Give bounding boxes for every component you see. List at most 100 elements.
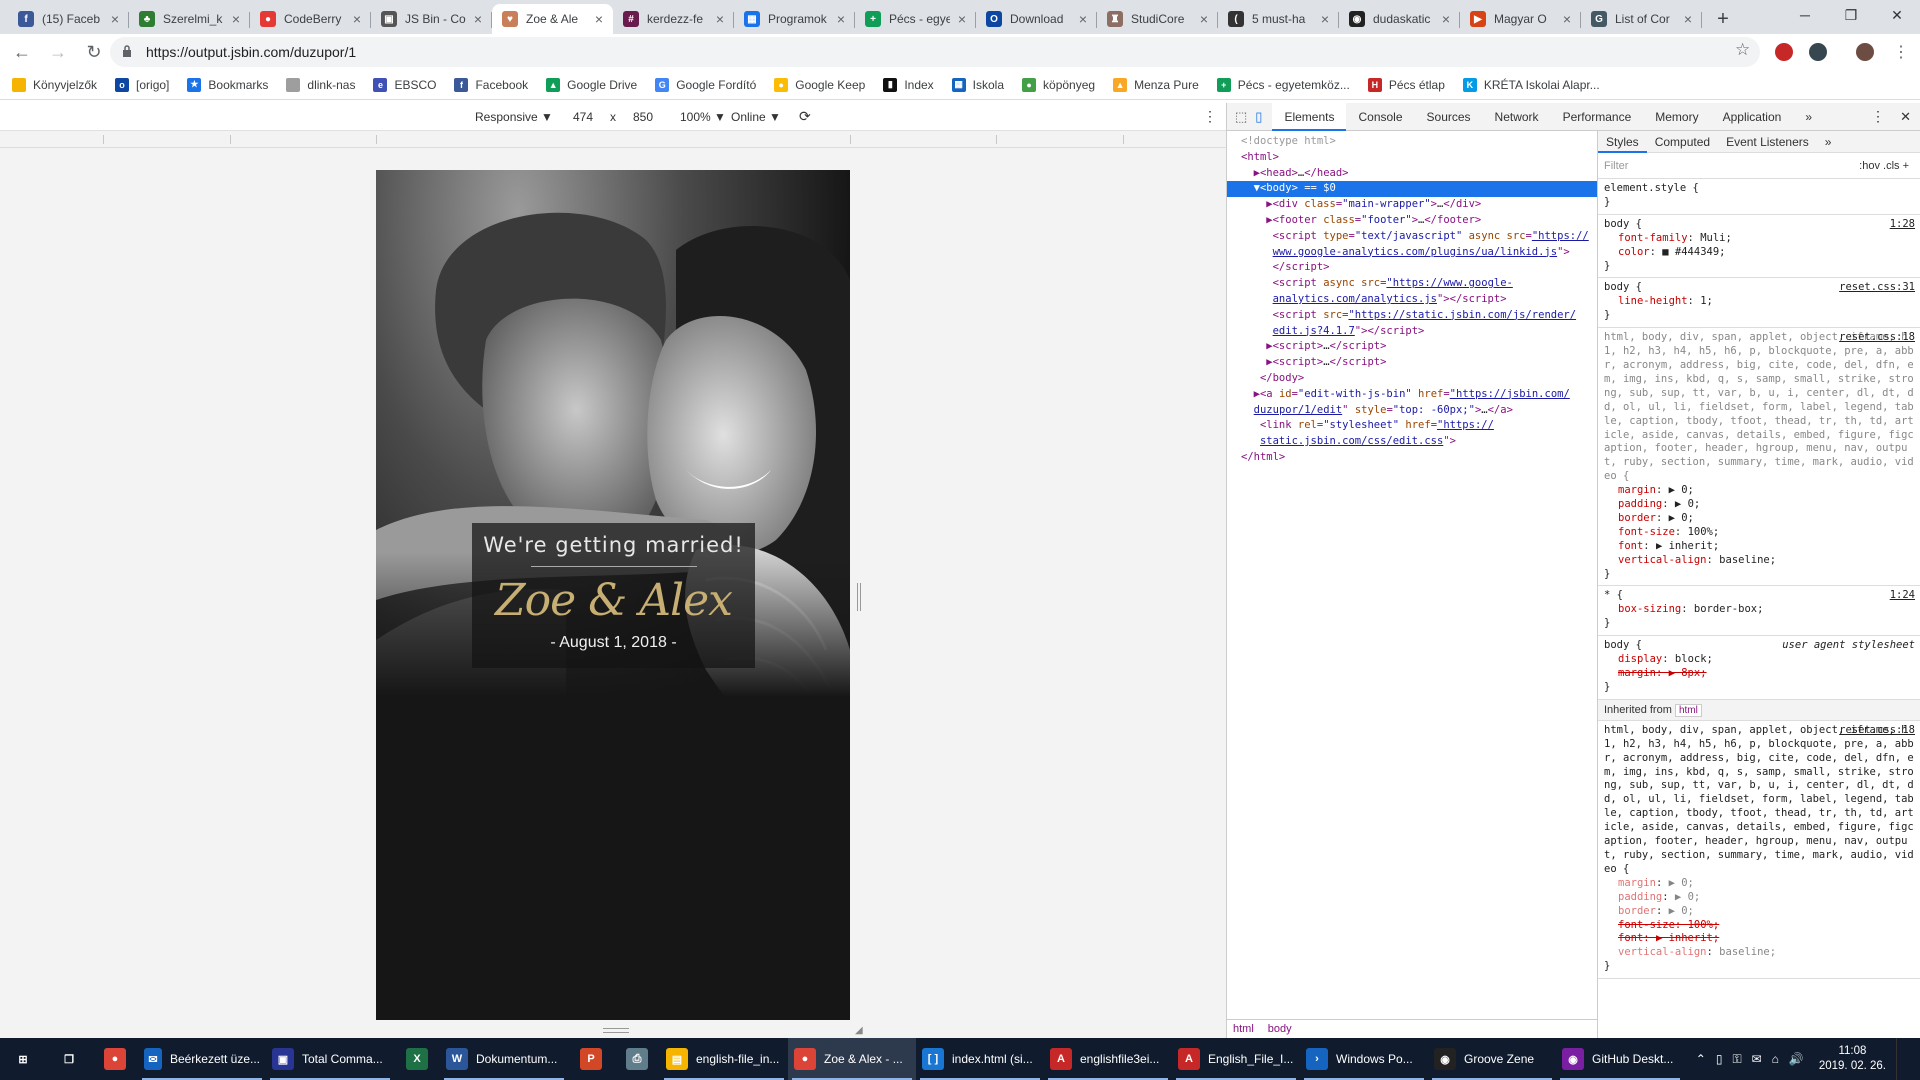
clock[interactable]: 11:08 2019. 02. 26. <box>1809 1044 1896 1074</box>
resize-handle-bottom[interactable] <box>603 1028 629 1033</box>
close-tab-icon[interactable]: × <box>349 11 365 27</box>
bookmark-item[interactable]: ▮ Index <box>883 77 934 92</box>
breadcrumb-item[interactable]: body <box>1268 1023 1292 1035</box>
tray-icon[interactable]: ⚿ <box>1732 1052 1741 1067</box>
taskbar-app[interactable]: ✉ Beérkezett üze... <box>138 1038 266 1080</box>
browser-tab[interactable]: ▶ Magyar O × <box>1460 4 1581 34</box>
devtools-more-icon[interactable]: ⋮ <box>1871 108 1885 125</box>
zoom-select[interactable]: 100% ▼ <box>680 110 726 124</box>
bookmark-item[interactable]: K KRÉTA Iskolai Alapr... <box>1462 77 1600 92</box>
taskbar-app[interactable]: X <box>394 1038 440 1080</box>
extension-icon[interactable] <box>1775 43 1793 61</box>
taskbar-app[interactable]: W Dokumentum... <box>440 1038 568 1080</box>
devtools-tab-performance[interactable]: Performance <box>1551 103 1644 131</box>
device-toggle-icon[interactable]: ▯ <box>1255 109 1262 125</box>
taskbar-app[interactable]: Aenglishfile3ei... <box>1044 1038 1172 1080</box>
close-tab-icon[interactable]: × <box>833 11 849 27</box>
breadcrumb-item[interactable]: html <box>1233 1023 1254 1035</box>
dom-line[interactable]: ▶<div class="main-wrapper">…</div> <box>1227 197 1597 213</box>
dom-tree[interactable]: <!doctype html> <html> ▶<head>…</head> ▼… <box>1227 131 1597 1011</box>
close-tab-icon[interactable]: × <box>591 11 607 27</box>
dom-line[interactable]: <link rel="stylesheet" href="https:// <box>1227 418 1597 434</box>
close-tab-icon[interactable]: × <box>712 11 728 27</box>
style-rule[interactable]: body {user agent stylesheet display: blo… <box>1598 636 1920 700</box>
devtools-tab-sources[interactable]: Sources <box>1415 103 1483 131</box>
dom-line[interactable]: <html> <box>1227 150 1597 166</box>
reload-button[interactable]: ↻ <box>80 38 108 66</box>
back-button[interactable]: ← <box>8 38 36 66</box>
bookmark-item[interactable]: H Pécs étlap <box>1367 77 1445 92</box>
devtools-tab-application[interactable]: Application <box>1711 103 1794 131</box>
devtools-tab-memory[interactable]: Memory <box>1643 103 1710 131</box>
filter-tools[interactable]: :hov .cls + <box>1859 160 1909 172</box>
close-tab-icon[interactable]: × <box>1196 11 1212 27</box>
close-tab-icon[interactable]: × <box>1317 11 1333 27</box>
browser-tab[interactable]: ▣ JS Bin - Co × <box>371 4 492 34</box>
devtools-tab-network[interactable]: Network <box>1483 103 1551 131</box>
taskbar-app[interactable]: ▣ Total Comma... <box>266 1038 394 1080</box>
close-tab-icon[interactable]: × <box>228 11 244 27</box>
browser-tab[interactable]: O Download × <box>976 4 1097 34</box>
browser-tab[interactable]: ♜ StudiCore × <box>1097 4 1218 34</box>
network-throttle-select[interactable]: Online ▼ <box>731 110 781 124</box>
bookmark-star-icon[interactable]: ☆ <box>1735 40 1750 60</box>
resize-handle-right[interactable] <box>857 583 861 611</box>
close-tab-icon[interactable]: × <box>107 11 123 27</box>
styles-subtab[interactable]: Computed <box>1647 135 1718 149</box>
dom-line[interactable]: analytics.com/analytics.js"></script> <box>1227 292 1597 308</box>
dom-line[interactable]: </html> <box>1227 450 1597 466</box>
bookmark-item[interactable]: ▲ Google Drive <box>546 77 637 92</box>
dom-line[interactable]: <script type="text/javascript" async src… <box>1227 229 1597 245</box>
style-rule[interactable]: body {1:28 font-family: Muli; color: ■ #… <box>1598 215 1920 279</box>
dom-line[interactable]: </body> <box>1227 371 1597 387</box>
close-tab-icon[interactable]: × <box>1559 11 1575 27</box>
taskbar-app[interactable]: ◉ GitHub Deskt... <box>1556 1038 1684 1080</box>
browser-tab[interactable]: G List of Cor × <box>1581 4 1702 34</box>
dom-line[interactable]: <script src="https://static.jsbin.com/js… <box>1227 308 1597 324</box>
dom-line[interactable]: static.jsbin.com/css/edit.css"> <box>1227 434 1597 450</box>
browser-tab[interactable]: ♥ Zoe & Ale × <box>492 4 613 34</box>
browser-tab[interactable]: ● CodeBerry × <box>250 4 371 34</box>
bookmark-item[interactable]: + Pécs - egyetemköz... <box>1216 77 1350 92</box>
forward-button[interactable]: → <box>44 38 72 66</box>
styles-filter-input[interactable]: Filter :hov .cls + <box>1598 153 1920 179</box>
notifications-icon[interactable] <box>1896 1038 1920 1080</box>
styles-subtab[interactable]: » <box>1817 135 1840 149</box>
dom-line[interactable]: <!doctype html> <box>1227 134 1597 150</box>
browser-tab[interactable]: (5 must-ha × <box>1218 4 1339 34</box>
taskbar-app[interactable]: [ ] index.html (si... <box>916 1038 1044 1080</box>
rotate-icon[interactable]: ⟳ <box>799 108 811 125</box>
dom-line[interactable]: www.google-analytics.com/plugins/ua/link… <box>1227 245 1597 261</box>
bookmark-item[interactable]: ▲ Menza Pure <box>1113 77 1199 92</box>
devtools-close-icon[interactable]: ✕ <box>1900 109 1911 125</box>
dom-line[interactable]: <script async src="https://www.google- <box>1227 276 1597 292</box>
bookmark-item[interactable]: dlink-nas <box>286 77 355 92</box>
taskbar-app[interactable]: ● Zoe & Alex - ... <box>788 1038 916 1080</box>
dom-line[interactable]: ▶<footer class="footer">…</footer> <box>1227 213 1597 229</box>
browser-tab[interactable]: ◉ dudaskatic × <box>1339 4 1460 34</box>
close-tab-icon[interactable]: × <box>954 11 970 27</box>
close-tab-icon[interactable]: × <box>1438 11 1454 27</box>
style-rule[interactable]: * {1:24 box-sizing: border-box; } <box>1598 586 1920 637</box>
taskbar-app[interactable]: ● <box>92 1038 138 1080</box>
style-rule[interactable]: html, body, div, span, applet, object, i… <box>1598 328 1920 587</box>
bookmark-item[interactable]: ★ Bookmarks <box>187 77 268 92</box>
viewport-height-input[interactable]: 850 <box>633 110 653 124</box>
address-bar[interactable]: https://output.jsbin.com/duzupor/1 <box>110 37 1760 67</box>
dom-line[interactable]: ▶<a id="edit-with-js-bin" href="https://… <box>1227 387 1597 403</box>
taskbar-app[interactable]: › Windows Po... <box>1300 1038 1428 1080</box>
inspect-element-icon[interactable]: ⬚ <box>1235 109 1247 125</box>
bookmark-item[interactable]: o [origo] <box>115 77 169 92</box>
dom-line[interactable]: ▶<script>…</script> <box>1227 339 1597 355</box>
browser-tab[interactable]: ♣ Szerelmi_k × <box>129 4 250 34</box>
avatar[interactable] <box>1856 43 1874 61</box>
taskbar-app[interactable]: ⎙ <box>614 1038 660 1080</box>
browser-tab[interactable]: # kerdezz-fe × <box>613 4 734 34</box>
style-rule[interactable]: body {reset.css:31 line-height: 1; } <box>1598 278 1920 329</box>
dom-line[interactable]: ▶<script>…</script> <box>1227 355 1597 371</box>
minimize-button[interactable]: ─ <box>1782 0 1828 30</box>
browser-tab[interactable]: + Pécs - egye × <box>855 4 976 34</box>
close-tab-icon[interactable]: × <box>1680 11 1696 27</box>
tray-icon[interactable]: ✉ <box>1752 1052 1762 1067</box>
style-rule[interactable]: html, body, div, span, applet, object, i… <box>1598 721 1920 980</box>
